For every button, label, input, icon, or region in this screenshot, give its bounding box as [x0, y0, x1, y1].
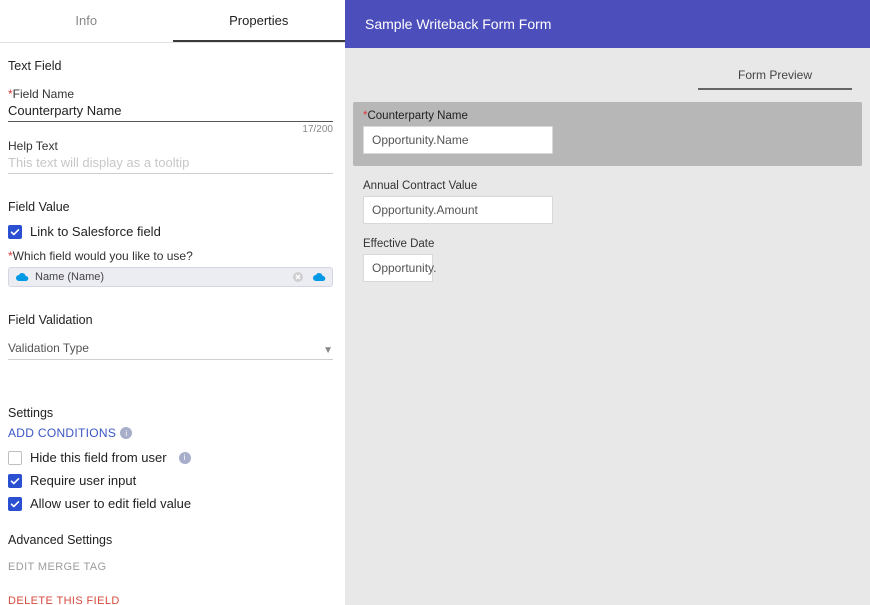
hide-field-checkbox[interactable]	[8, 451, 22, 465]
delete-field-link[interactable]: DELETE THIS FIELD	[8, 595, 333, 605]
salesforce-field-value: Name (Name)	[35, 271, 286, 283]
chevron-down-icon: ▼	[323, 345, 333, 356]
edit-merge-tag-link[interactable]: EDIT MERGE TAG	[8, 561, 333, 573]
hide-field-row[interactable]: Hide this field from user i	[8, 446, 333, 469]
section-advanced: Advanced Settings	[8, 533, 333, 547]
cloud-icon	[312, 272, 326, 282]
form-input-date[interactable]: Opportunity.	[363, 254, 433, 282]
tabs: Info Properties	[0, 0, 345, 43]
form-label: Counterparty Name	[367, 110, 467, 122]
info-icon[interactable]: i	[120, 427, 132, 439]
properties-panel: Info Properties Text Field *Field Name 1…	[0, 0, 345, 605]
require-input-checkbox[interactable]	[8, 474, 22, 488]
salesforce-field-select[interactable]: Name (Name)	[8, 267, 333, 287]
allow-edit-label: Allow user to edit field value	[30, 496, 191, 511]
check-icon	[10, 499, 20, 509]
hide-field-label: Hide this field from user	[30, 450, 167, 465]
form-input[interactable]: Opportunity.Amount	[363, 196, 553, 224]
field-name-label: *Field Name	[8, 87, 333, 101]
require-input-row[interactable]: Require user input	[8, 469, 333, 492]
section-field-value: Field Value	[8, 200, 333, 214]
tab-info[interactable]: Info	[0, 0, 173, 42]
form-label: Effective Date	[363, 238, 852, 250]
field-name-input[interactable]	[8, 101, 333, 122]
link-to-salesforce-label: Link to Salesforce field	[30, 224, 161, 239]
tab-properties[interactable]: Properties	[173, 0, 346, 42]
help-text-input[interactable]	[8, 153, 333, 174]
cloud-icon	[15, 272, 29, 282]
which-field-label: *Which field would you like to use?	[8, 249, 333, 263]
section-field-validation: Field Validation	[8, 313, 333, 327]
preview-panel: Sample Writeback Form Form Form Preview …	[345, 0, 870, 605]
form-field-effective-date[interactable]: Effective Date Opportunity.	[363, 238, 852, 282]
link-to-salesforce-checkbox[interactable]	[8, 225, 22, 239]
field-name-counter: 17/200	[8, 124, 333, 135]
clear-icon[interactable]	[292, 271, 304, 283]
link-to-salesforce-row[interactable]: Link to Salesforce field	[8, 220, 333, 243]
form-field-contract-value[interactable]: Annual Contract Value Opportunity.Amount	[363, 180, 852, 224]
form-preview-tab[interactable]: Form Preview	[698, 64, 852, 90]
form-label: Annual Contract Value	[363, 180, 852, 192]
add-conditions-link[interactable]: ADD CONDITIONS	[8, 426, 116, 440]
allow-edit-checkbox[interactable]	[8, 497, 22, 511]
allow-edit-row[interactable]: Allow user to edit field value	[8, 492, 333, 515]
validation-type-label: Validation Type	[8, 341, 89, 355]
section-text-field: Text Field	[8, 59, 333, 73]
check-icon	[10, 227, 20, 237]
form-input[interactable]: Opportunity.Name	[363, 126, 553, 154]
require-input-label: Require user input	[30, 473, 136, 488]
form-title-bar: Sample Writeback Form Form	[345, 0, 870, 48]
help-text-label: Help Text	[8, 139, 333, 153]
section-settings: Settings	[8, 406, 333, 420]
form-field-counterparty[interactable]: *Counterparty Name Opportunity.Name	[353, 102, 862, 166]
validation-type-select[interactable]: Validation Type ▼	[8, 337, 333, 360]
check-icon	[10, 476, 20, 486]
info-icon[interactable]: i	[179, 452, 191, 464]
